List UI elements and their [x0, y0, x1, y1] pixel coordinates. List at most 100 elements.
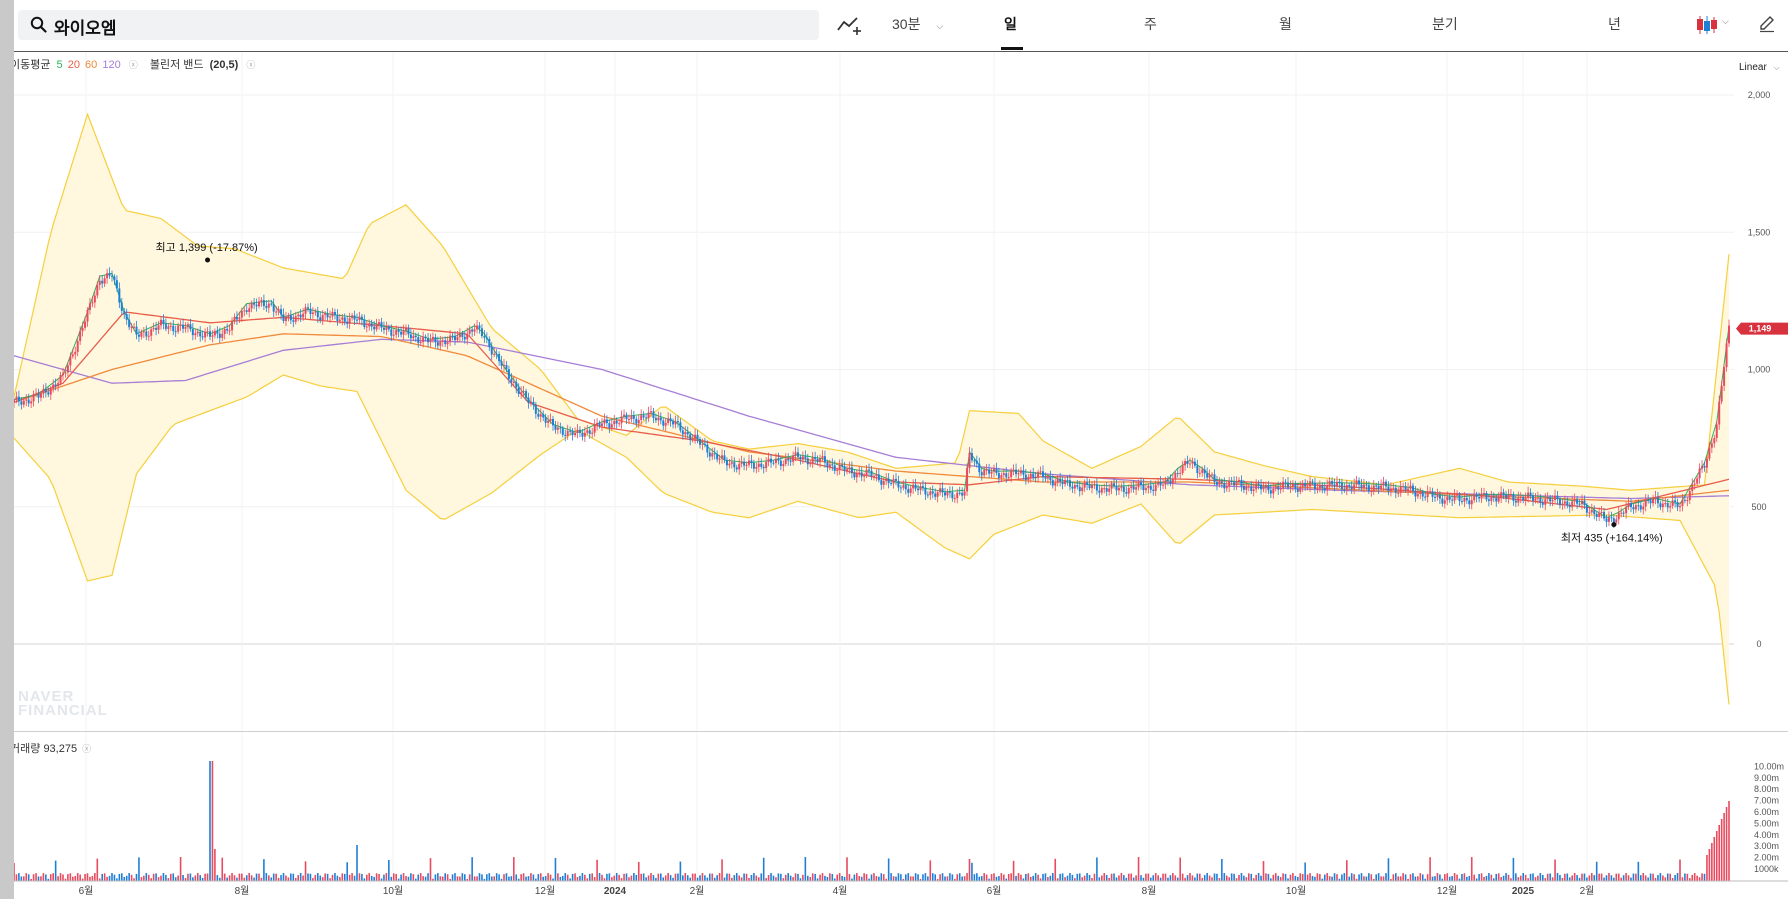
- volume-bar: [1431, 876, 1434, 881]
- add-indicator-icon[interactable]: [837, 16, 863, 36]
- volume-bar: [797, 873, 799, 881]
- volume-bar: [721, 859, 723, 881]
- candle-body: [1509, 494, 1512, 496]
- candle-body: [711, 453, 714, 457]
- candle-body: [1419, 492, 1422, 495]
- candle-body: [564, 434, 567, 436]
- volume-bar: [1632, 873, 1635, 881]
- volume-bar: [593, 877, 596, 881]
- candle-body: [378, 322, 381, 325]
- candle-body: [30, 401, 33, 404]
- candle-body: [282, 314, 285, 321]
- volume-bar: [701, 873, 704, 881]
- volume-bar: [101, 874, 103, 881]
- candle-body: [483, 336, 486, 338]
- volume-bar: [1331, 876, 1333, 881]
- volume-bar: [824, 875, 826, 881]
- candle-body: [828, 464, 831, 467]
- candle-body: [978, 463, 981, 473]
- search-box[interactable]: 와이오엠: [18, 10, 819, 40]
- candle-body: [637, 419, 640, 424]
- volume-bar: [157, 877, 160, 881]
- chart-type-dropdown[interactable]: ⌵: [1696, 15, 1732, 37]
- candle-body: [980, 472, 983, 476]
- volume-bar: [956, 874, 959, 881]
- candle-body: [542, 414, 545, 418]
- volume-bar: [1199, 873, 1201, 881]
- candle-body: [659, 417, 662, 421]
- high-annotation: 최고 1,399 (-17.87%): [156, 241, 258, 254]
- candle-body: [1294, 484, 1297, 489]
- remove-ma-icon[interactable]: ⓧ: [129, 60, 138, 70]
- volume-bar: [1640, 875, 1642, 881]
- tab-day[interactable]: 일: [1004, 14, 1017, 34]
- candle-body: [993, 468, 995, 472]
- candle-body: [1127, 487, 1130, 494]
- volume-bar: [1608, 873, 1610, 881]
- candle-body: [1042, 471, 1044, 478]
- tab-week[interactable]: 주: [1144, 14, 1157, 34]
- volume-bar: [584, 874, 586, 881]
- volume-bar: [1549, 873, 1551, 881]
- volume-bar: [1451, 876, 1453, 881]
- volume-bar: [860, 876, 863, 881]
- volume-bar: [917, 874, 919, 881]
- remove-bb-icon[interactable]: ⓧ: [246, 60, 255, 70]
- volume-bar: [211, 761, 214, 881]
- pane-separator[interactable]: [14, 731, 1788, 732]
- candle-body: [309, 308, 312, 315]
- candle-body: [1622, 512, 1625, 514]
- volume-bar: [836, 874, 838, 881]
- candle-body: [1539, 497, 1542, 503]
- candle-body: [1634, 505, 1637, 510]
- candle-body: [598, 422, 601, 426]
- volume-bar: [944, 876, 946, 881]
- candle-body: [890, 482, 893, 484]
- volume-bar: [559, 876, 562, 881]
- candle-body: [1507, 494, 1510, 499]
- candle-body: [76, 341, 79, 352]
- candle-body: [1262, 487, 1265, 490]
- time-tick-label: 6월: [79, 885, 94, 897]
- tab-month[interactable]: 월: [1279, 14, 1292, 34]
- volume-bar: [1382, 876, 1385, 881]
- candle-body: [1708, 447, 1711, 459]
- candle-body: [1164, 480, 1167, 485]
- remove-volume-icon[interactable]: ⓧ: [82, 744, 91, 754]
- candle-body: [1245, 486, 1248, 490]
- volume-bar: [368, 873, 371, 881]
- interval-30min-dropdown[interactable]: 30분 ⌵: [892, 14, 943, 34]
- scale-dropdown[interactable]: Linear ⌵: [1739, 62, 1780, 73]
- volume-bar: [1662, 875, 1664, 881]
- candle-body: [1350, 486, 1353, 490]
- volume-bar: [775, 877, 777, 881]
- volume-bar: [699, 875, 701, 881]
- volume-bar: [1490, 874, 1493, 881]
- volume-bar: [1485, 875, 1488, 881]
- candle-body: [387, 326, 390, 330]
- pencil-icon[interactable]: [1758, 15, 1776, 33]
- volume-bar: [1059, 873, 1061, 881]
- volume-bar: [890, 873, 892, 881]
- time-tick-label: 2월: [1580, 885, 1595, 897]
- tab-year[interactable]: 년: [1608, 14, 1621, 34]
- candle-body: [1066, 480, 1069, 482]
- candle-body: [1272, 488, 1275, 494]
- volume-bar: [1713, 837, 1716, 881]
- tab-quarter[interactable]: 분기: [1432, 14, 1458, 34]
- candle-body: [1130, 486, 1133, 488]
- candle-body: [951, 492, 954, 499]
- volume-bar: [1233, 873, 1235, 881]
- volume-bar: [378, 873, 380, 881]
- volume-bars: [14, 761, 1730, 881]
- candle-body: [1362, 484, 1365, 488]
- volume-bar: [375, 873, 378, 881]
- candle-body: [1189, 463, 1191, 465]
- price-chart[interactable]: 0 500 1,000 1,500 2,000 6월 8월 10월 12월 2024 2월 4월 6월 8…: [14, 0, 1788, 899]
- volume-bar: [623, 873, 625, 881]
- volume-bar: [1497, 873, 1500, 881]
- search-icon: [30, 16, 47, 33]
- volume-bar: [856, 873, 858, 881]
- candle-body: [721, 455, 724, 459]
- candle-body: [20, 401, 23, 405]
